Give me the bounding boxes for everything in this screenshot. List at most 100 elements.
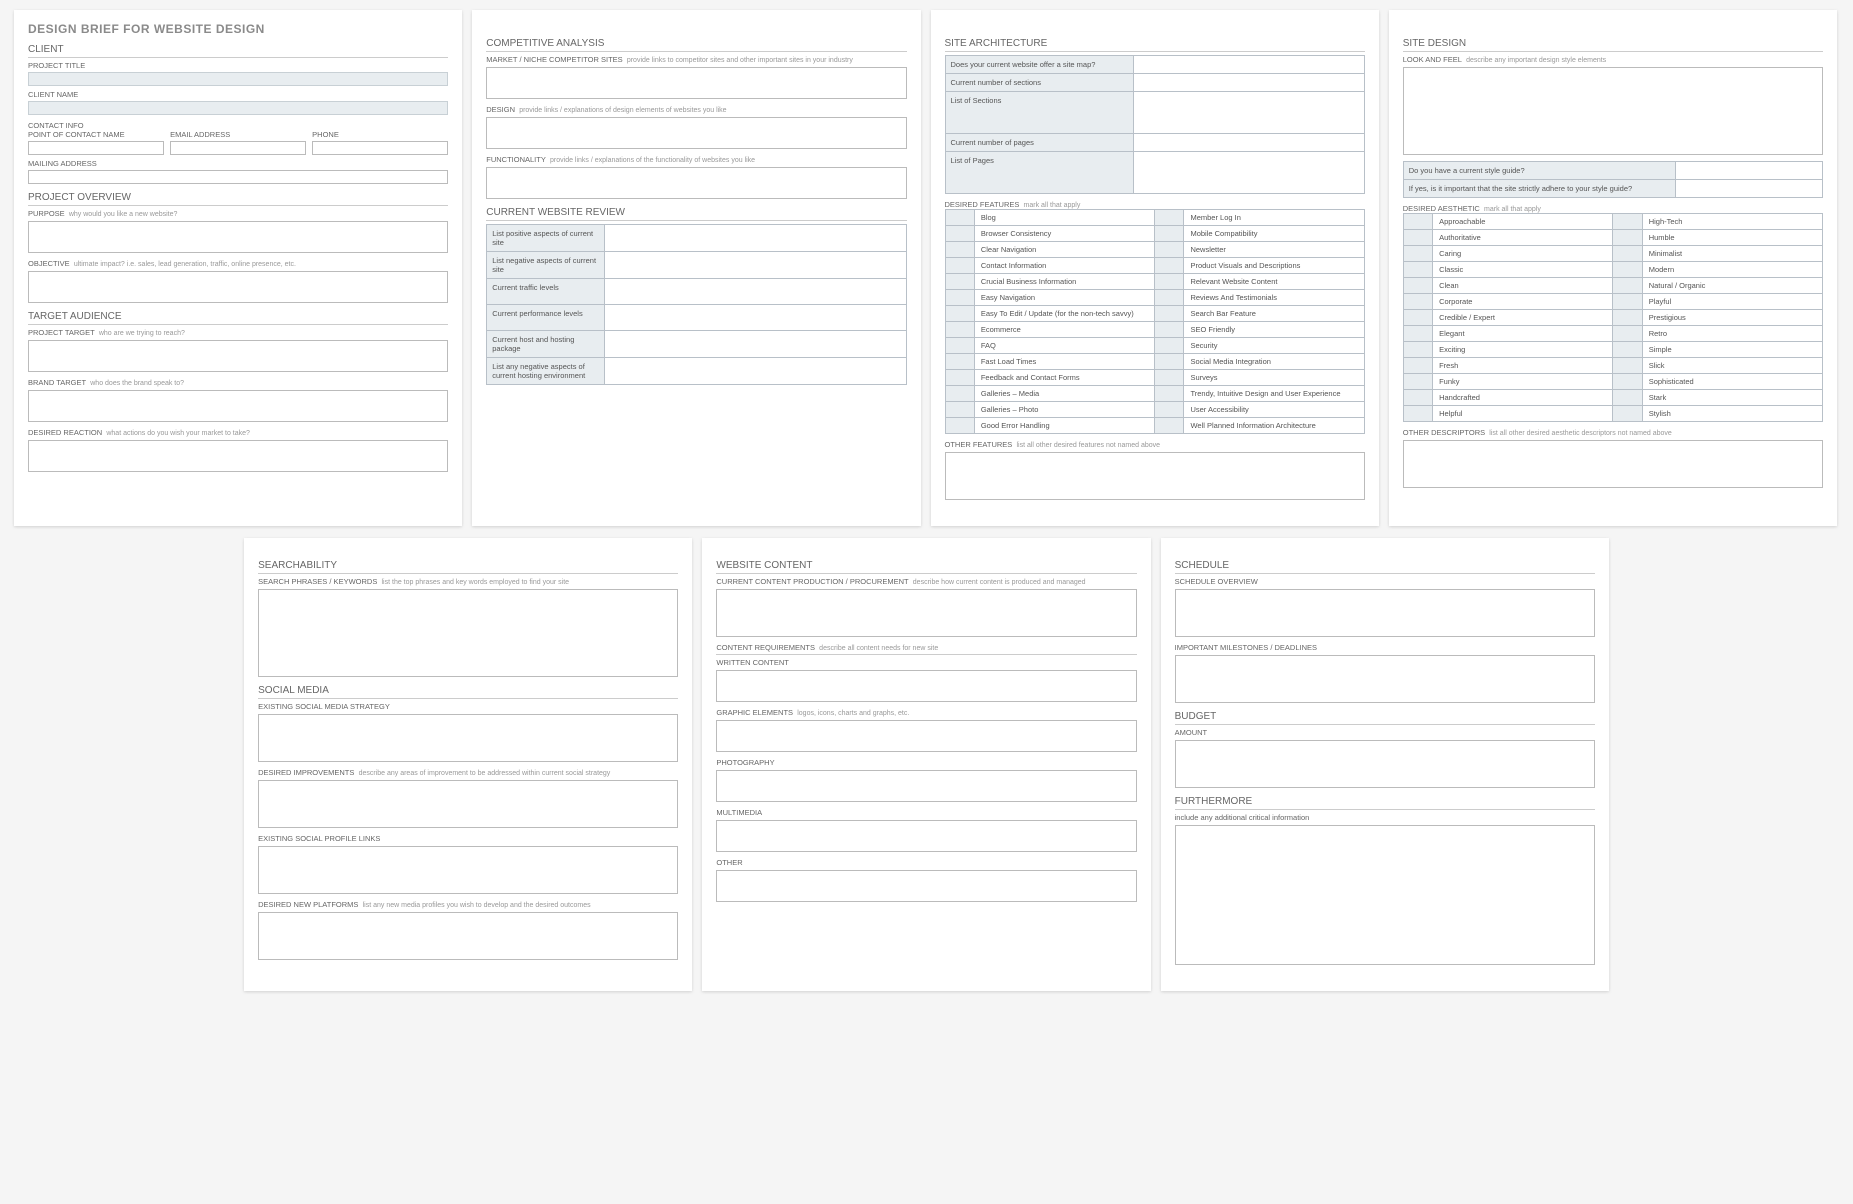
- textarea-project-target[interactable]: [28, 340, 448, 372]
- review-input-1[interactable]: [604, 252, 906, 279]
- review-input-5[interactable]: [604, 358, 906, 385]
- aesthetic-check-left-7[interactable]: [1403, 326, 1432, 342]
- aesthetic-check-right-6[interactable]: [1613, 310, 1642, 326]
- feature-check-right-12[interactable]: [1155, 402, 1184, 418]
- input-poc[interactable]: [28, 141, 164, 155]
- aesthetic-check-left-2[interactable]: [1403, 246, 1432, 262]
- feature-check-right-7[interactable]: [1155, 322, 1184, 338]
- feature-check-left-9[interactable]: [945, 354, 974, 370]
- textarea-market[interactable]: [486, 67, 906, 99]
- style-a2[interactable]: [1676, 180, 1823, 198]
- arch-a-sitemap[interactable]: [1134, 56, 1365, 74]
- aesthetic-check-right-8[interactable]: [1613, 342, 1642, 358]
- textarea-amount[interactable]: [1175, 740, 1595, 788]
- textarea-multimedia[interactable]: [716, 820, 1136, 852]
- feature-check-right-0[interactable]: [1155, 210, 1184, 226]
- aesthetic-check-right-0[interactable]: [1613, 214, 1642, 230]
- textarea-other-features[interactable]: [945, 452, 1365, 500]
- input-email[interactable]: [170, 141, 306, 155]
- aesthetic-check-right-12[interactable]: [1613, 406, 1642, 422]
- aesthetic-check-left-9[interactable]: [1403, 358, 1432, 374]
- textarea-photography[interactable]: [716, 770, 1136, 802]
- feature-check-left-6[interactable]: [945, 306, 974, 322]
- feature-check-right-10[interactable]: [1155, 370, 1184, 386]
- feature-check-left-2[interactable]: [945, 242, 974, 258]
- textarea-social-strategy[interactable]: [258, 714, 678, 762]
- aesthetic-check-left-11[interactable]: [1403, 390, 1432, 406]
- aesthetic-check-left-4[interactable]: [1403, 278, 1432, 294]
- textarea-keywords[interactable]: [258, 589, 678, 677]
- aesthetic-check-left-8[interactable]: [1403, 342, 1432, 358]
- feature-check-left-12[interactable]: [945, 402, 974, 418]
- arch-a-sections[interactable]: [1134, 74, 1365, 92]
- arch-a-list-sections[interactable]: [1134, 92, 1365, 134]
- aesthetic-check-left-10[interactable]: [1403, 374, 1432, 390]
- feature-check-right-5[interactable]: [1155, 290, 1184, 306]
- feature-check-right-1[interactable]: [1155, 226, 1184, 242]
- arch-a-list-pages[interactable]: [1134, 152, 1365, 194]
- review-input-2[interactable]: [604, 279, 906, 305]
- textarea-functionality[interactable]: [486, 167, 906, 199]
- feature-check-left-7[interactable]: [945, 322, 974, 338]
- textarea-purpose[interactable]: [28, 221, 448, 253]
- feature-check-left-10[interactable]: [945, 370, 974, 386]
- review-input-0[interactable]: [604, 225, 906, 252]
- aesthetic-check-left-12[interactable]: [1403, 406, 1432, 422]
- textarea-current-content[interactable]: [716, 589, 1136, 637]
- aesthetic-check-right-7[interactable]: [1613, 326, 1642, 342]
- feature-check-left-5[interactable]: [945, 290, 974, 306]
- feature-check-left-3[interactable]: [945, 258, 974, 274]
- textarea-design[interactable]: [486, 117, 906, 149]
- feature-check-right-3[interactable]: [1155, 258, 1184, 274]
- feature-check-right-11[interactable]: [1155, 386, 1184, 402]
- feature-check-right-9[interactable]: [1155, 354, 1184, 370]
- style-a1[interactable]: [1676, 162, 1823, 180]
- textarea-reaction[interactable]: [28, 440, 448, 472]
- review-input-3[interactable]: [604, 305, 906, 331]
- input-project-title[interactable]: [28, 72, 448, 86]
- input-phone[interactable]: [312, 141, 448, 155]
- aesthetic-check-right-10[interactable]: [1613, 374, 1642, 390]
- aesthetic-check-right-2[interactable]: [1613, 246, 1642, 262]
- feature-check-right-6[interactable]: [1155, 306, 1184, 322]
- textarea-brand-target[interactable]: [28, 390, 448, 422]
- aesthetic-check-left-1[interactable]: [1403, 230, 1432, 246]
- input-client-name[interactable]: [28, 101, 448, 115]
- textarea-social-improvements[interactable]: [258, 780, 678, 828]
- feature-check-left-8[interactable]: [945, 338, 974, 354]
- feature-check-left-0[interactable]: [945, 210, 974, 226]
- arch-a-pages[interactable]: [1134, 134, 1365, 152]
- aesthetic-check-left-3[interactable]: [1403, 262, 1432, 278]
- textarea-new-platforms[interactable]: [258, 912, 678, 960]
- aesthetic-check-left-5[interactable]: [1403, 294, 1432, 310]
- input-mailing[interactable]: [28, 170, 448, 184]
- textarea-objective[interactable]: [28, 271, 448, 303]
- textarea-furthermore[interactable]: [1175, 825, 1595, 965]
- aesthetic-check-right-5[interactable]: [1613, 294, 1642, 310]
- feature-check-left-1[interactable]: [945, 226, 974, 242]
- aesthetic-check-right-11[interactable]: [1613, 390, 1642, 406]
- textarea-other-descriptors[interactable]: [1403, 440, 1823, 488]
- textarea-other-content[interactable]: [716, 870, 1136, 902]
- textarea-milestones[interactable]: [1175, 655, 1595, 703]
- aesthetic-check-left-6[interactable]: [1403, 310, 1432, 326]
- aesthetic-check-left-0[interactable]: [1403, 214, 1432, 230]
- feature-check-left-13[interactable]: [945, 418, 974, 434]
- feature-check-left-11[interactable]: [945, 386, 974, 402]
- textarea-graphic[interactable]: [716, 720, 1136, 752]
- aesthetic-check-right-9[interactable]: [1613, 358, 1642, 374]
- feature-check-left-4[interactable]: [945, 274, 974, 290]
- feature-check-right-13[interactable]: [1155, 418, 1184, 434]
- feature-check-right-2[interactable]: [1155, 242, 1184, 258]
- aesthetic-check-right-4[interactable]: [1613, 278, 1642, 294]
- feature-right-12: User Accessibility: [1184, 402, 1364, 418]
- textarea-look-feel[interactable]: [1403, 67, 1823, 155]
- textarea-schedule-overview[interactable]: [1175, 589, 1595, 637]
- feature-check-right-4[interactable]: [1155, 274, 1184, 290]
- textarea-written[interactable]: [716, 670, 1136, 702]
- feature-check-right-8[interactable]: [1155, 338, 1184, 354]
- aesthetic-check-right-3[interactable]: [1613, 262, 1642, 278]
- aesthetic-check-right-1[interactable]: [1613, 230, 1642, 246]
- textarea-profile-links[interactable]: [258, 846, 678, 894]
- review-input-4[interactable]: [604, 331, 906, 358]
